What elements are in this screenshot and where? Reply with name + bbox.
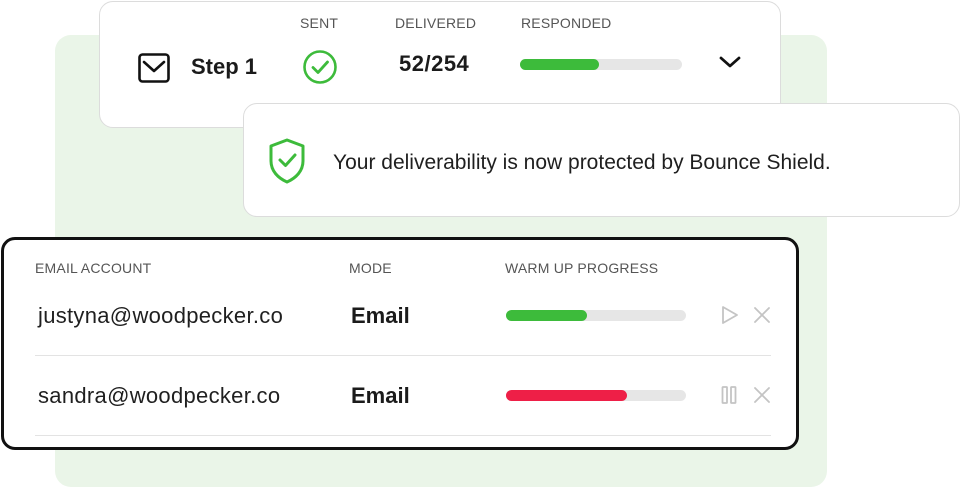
table-row: sandra@woodpecker.co Email	[35, 356, 771, 436]
account-mode: Email	[351, 303, 410, 328]
account-mode: Email	[351, 383, 410, 408]
warmup-progress-fill	[506, 390, 627, 401]
warmup-progress-fill	[506, 310, 587, 321]
responded-progress-bar	[520, 59, 682, 70]
sent-header: SENT	[300, 15, 339, 31]
delivered-count: 52/254	[399, 51, 470, 76]
email-account-header: EMAIL ACCOUNT	[35, 260, 152, 276]
account-email: justyna@woodpecker.co	[38, 303, 284, 328]
notification-message: Your deliverability is now protected by …	[333, 151, 831, 174]
chevron-down-icon[interactable]	[718, 55, 742, 74]
play-icon[interactable]	[719, 305, 739, 330]
sent-check-icon	[302, 49, 338, 90]
bounce-shield-notification: Your deliverability is now protected by …	[243, 103, 960, 217]
responded-header: RESPONDED	[521, 15, 612, 31]
mode-header: MODE	[349, 260, 392, 276]
account-email: sandra@woodpecker.co	[38, 383, 281, 408]
warmup-progress-bar	[506, 310, 686, 321]
delivered-header: DELIVERED	[395, 15, 477, 31]
envelope-icon	[138, 53, 170, 88]
warmup-progress-header: WARM UP PROGRESS	[505, 260, 659, 276]
shield-check-icon	[267, 137, 307, 190]
responded-progress-fill	[520, 59, 600, 70]
warmup-progress-bar	[506, 390, 686, 401]
table-row: justyna@woodpecker.co Email	[35, 276, 771, 356]
pause-icon[interactable]	[719, 385, 739, 410]
step-label: Step 1	[191, 54, 258, 79]
close-icon[interactable]	[753, 306, 771, 329]
warmup-accounts-table: EMAIL ACCOUNT MODE WARM UP PROGRESS just…	[1, 237, 799, 450]
close-icon[interactable]	[753, 386, 771, 409]
